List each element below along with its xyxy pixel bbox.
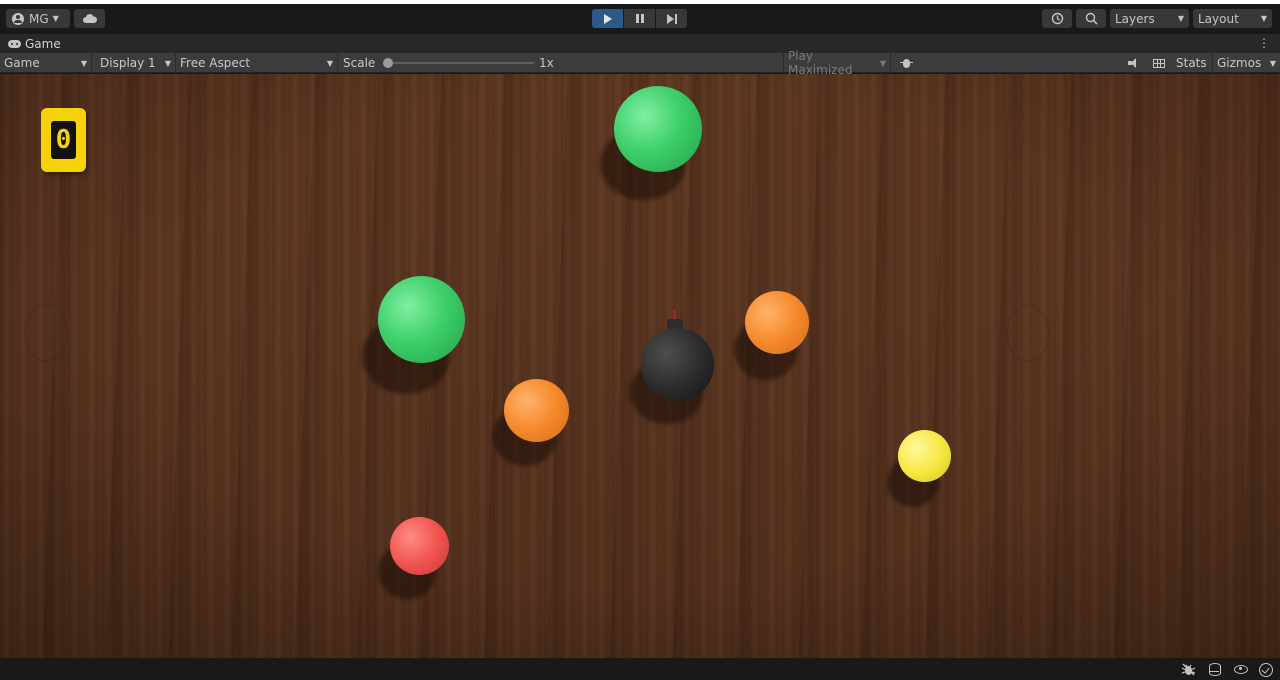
bug-icon [1181, 663, 1196, 676]
play-icon [603, 13, 612, 24]
chevron-down-icon: ▼ [80, 58, 87, 68]
scene-visibility-button[interactable] [1233, 662, 1248, 677]
board-decoration [1006, 304, 1050, 362]
display-label: Display 1 [100, 56, 156, 70]
database-icon [1208, 663, 1221, 676]
status-bar [0, 658, 1280, 680]
score-value: 0 [55, 125, 72, 155]
chevron-down-icon: ▼ [1177, 14, 1184, 23]
scale-slider-track[interactable] [388, 62, 534, 64]
layout-dropdown[interactable]: Layout ▼ [1193, 9, 1272, 28]
layers-dropdown[interactable]: Layers ▼ [1110, 9, 1189, 28]
gizmos-dropdown[interactable]: Gizmos ▼ [1212, 53, 1280, 73]
status-ok-button[interactable] [1258, 662, 1273, 677]
step-icon [666, 13, 677, 24]
account-label: MG [29, 11, 49, 26]
pause-button[interactable] [624, 9, 655, 28]
window-tab-bar: Game ⋮ [0, 34, 1280, 53]
tab-game[interactable]: Game [0, 37, 61, 51]
layout-label: Layout [1198, 11, 1239, 26]
step-button[interactable] [656, 9, 687, 28]
gizmos-label: Gizmos [1217, 56, 1262, 70]
chevron-down-icon: ▼ [1269, 58, 1276, 68]
debug-status-button[interactable] [1181, 662, 1196, 677]
play-mode-label: Play Maximized [788, 49, 853, 77]
scale-label: Scale [343, 56, 376, 70]
stats-button[interactable]: Stats [1176, 53, 1207, 73]
account-icon [12, 12, 24, 25]
search-icon [1085, 12, 1098, 25]
aspect-dropdown[interactable]: Free Aspect ▼ [176, 53, 338, 73]
search-button[interactable] [1076, 9, 1106, 28]
eye-icon [1233, 665, 1248, 674]
history-button[interactable] [1042, 9, 1072, 28]
check-circle-icon [1258, 662, 1273, 677]
keyboard-icon [1153, 58, 1165, 68]
account-dropdown[interactable]: MG ▼ [6, 9, 70, 28]
orange-ball[interactable] [745, 291, 809, 354]
audio-mute-button[interactable] [1124, 53, 1144, 73]
cloud-icon [82, 14, 97, 23]
bomb[interactable] [641, 328, 714, 401]
cache-server-button[interactable] [1207, 662, 1222, 677]
score-badge: 0 [41, 108, 86, 172]
game-view-toolbar: Game ▼ Display 1 ▼ Free Aspect ▼ Scale 1… [0, 49, 1280, 77]
view-mode-label: Game [4, 56, 40, 70]
scale-slider-handle[interactable] [383, 58, 393, 68]
orange-ball[interactable] [504, 379, 569, 442]
chevron-down-icon: ▼ [326, 58, 333, 68]
keyboard-shortcuts-button[interactable] [1149, 53, 1169, 73]
chevron-down-icon: ▼ [879, 58, 886, 68]
score-display: 0 [51, 121, 76, 159]
gamepad-icon [8, 39, 21, 48]
layers-label: Layers [1115, 11, 1155, 26]
speaker-icon [1128, 58, 1140, 68]
view-mode-dropdown[interactable]: Game ▼ [0, 53, 92, 73]
debug-button[interactable] [896, 53, 916, 73]
red-ball[interactable] [390, 517, 449, 575]
main-toolbar: MG ▼ Layers ▼ Layout ▼ [0, 0, 1280, 34]
green-ball[interactable] [378, 276, 465, 363]
play-mode-dropdown[interactable]: Play Maximized ▼ [783, 49, 891, 77]
yellow-ball[interactable] [898, 430, 951, 482]
cloud-button[interactable] [74, 9, 105, 28]
scale-value: 1x [539, 56, 554, 70]
game-viewport[interactable]: 0 [0, 74, 1280, 658]
history-icon [1051, 12, 1063, 25]
aspect-label: Free Aspect [180, 56, 251, 70]
play-button[interactable] [592, 9, 623, 28]
chevron-down-icon: ▼ [164, 58, 171, 68]
playmode-controls [592, 9, 687, 28]
chevron-down-icon: ▼ [52, 14, 59, 23]
pause-icon [635, 14, 644, 23]
chevron-down-icon: ▼ [1260, 14, 1267, 23]
board-decoration [24, 304, 68, 362]
tab-label: Game [25, 36, 61, 51]
bug-icon [899, 57, 913, 69]
green-ball[interactable] [614, 86, 702, 172]
display-dropdown[interactable]: Display 1 ▼ [96, 53, 176, 73]
more-options-icon[interactable]: ⋮ [1258, 37, 1270, 49]
